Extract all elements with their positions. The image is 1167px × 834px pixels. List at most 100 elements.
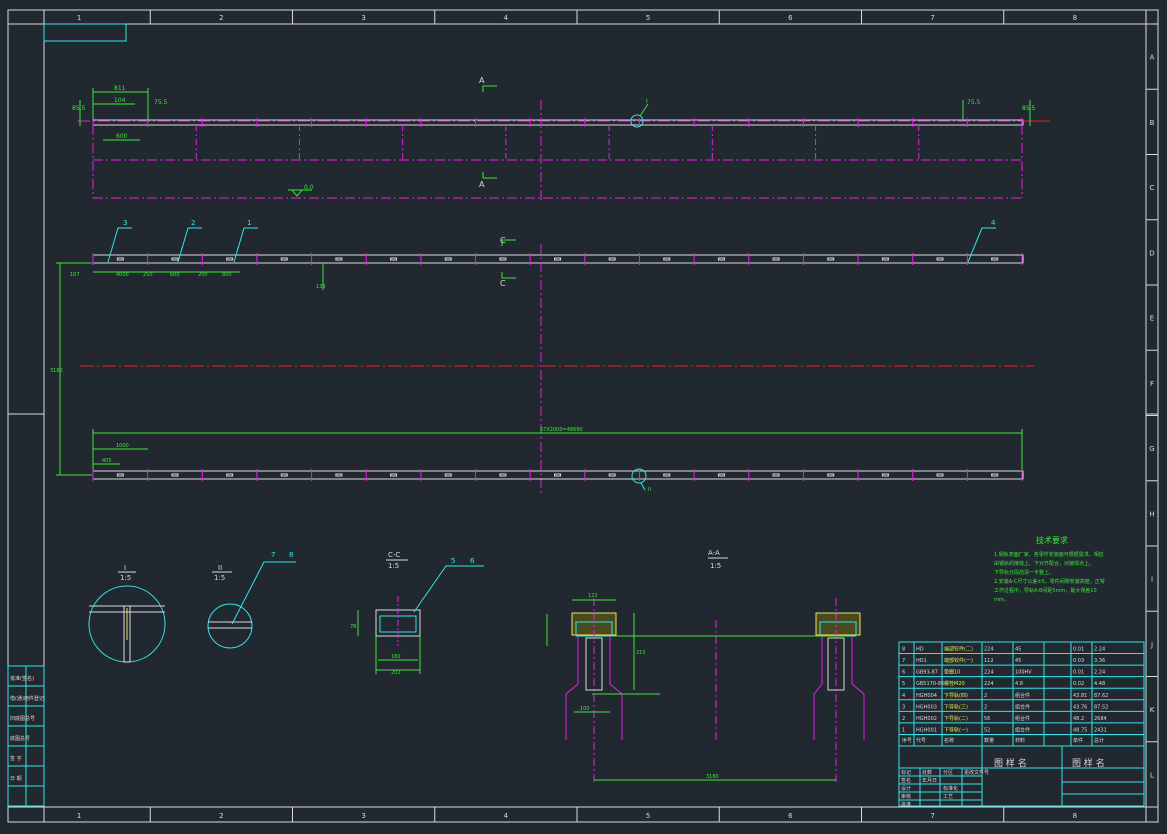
section-mark-c-bottom: C — [500, 279, 506, 288]
left-strip-item: 借(通)用件登记 — [10, 695, 44, 702]
dim-800: 800 — [222, 272, 232, 278]
segment-bolt — [226, 257, 234, 261]
technical-notes: 技术要求 1.钢轨表面厂家、各零件安装面可根据需求，相应 由钢轨的接缝上、下对齐… — [994, 535, 1105, 603]
bom-cell: 端部铰件(一) — [944, 657, 973, 664]
dim-4000: 4000 — [116, 272, 129, 278]
frame-col-label: 8 — [1073, 812, 1077, 820]
bom-cell: 3.36 — [1094, 658, 1105, 664]
bom-cell: 224 — [984, 647, 994, 653]
frame-row-label: K — [1150, 706, 1155, 714]
bom-cell: 组合件 — [1015, 692, 1030, 699]
bom-header-cell: 序号 — [902, 737, 912, 744]
segment-bolt — [554, 257, 561, 261]
notes-line-3: 下导轨分段前清一平整上。 — [994, 569, 1054, 576]
dim-600: 600 — [170, 272, 180, 278]
bom-cell: 224 — [984, 681, 994, 687]
detail-ref-i: I — [646, 98, 648, 105]
dim-250: 250 — [143, 272, 153, 278]
notes-line-1: 1.钢轨表面厂家、各零件安装面可根据需求，相应 — [994, 551, 1104, 558]
left-strip-item: 日 期 — [10, 776, 22, 782]
bom-cell: 43.81 — [1073, 693, 1087, 699]
bom-cell: 组合件 — [1015, 703, 1030, 710]
title-block-drawing-title: 图 样 名 — [1072, 757, 1105, 769]
segment-bolt — [881, 473, 889, 477]
frame-row-label: L — [1150, 771, 1154, 779]
frame-col-label: 4 — [504, 14, 509, 22]
segment-bolt — [881, 257, 889, 261]
frame-col-label: 1 — [77, 812, 81, 820]
bom-cell: 3 — [902, 704, 905, 710]
title-block-company: 图 样 名 — [994, 757, 1027, 769]
segment-bolt — [444, 257, 452, 261]
frame-col-label: 3 — [361, 812, 365, 820]
dim-b: 600 — [116, 133, 128, 140]
frame-col-label: 8 — [1073, 14, 1077, 22]
dim-right-end: 85.5 — [1022, 105, 1036, 112]
notes-line-2: 由钢轨的接缝上、下对齐配合，对接焊点上。 — [994, 560, 1094, 567]
bom-cell: 6 — [902, 670, 905, 676]
section-cc-scale: 1:5 — [388, 562, 399, 570]
dim-107: 107 — [70, 272, 80, 278]
bom-cell: 112 — [984, 658, 994, 664]
bom-cell: 0.02 — [1073, 681, 1084, 687]
cad-drawing-canvas: 1122334455667788 ABCDEFGHIJKL A A 811 10… — [7, 9, 1159, 823]
title-block-field: 标准化 — [943, 785, 958, 792]
frame-col-label: 5 — [646, 14, 650, 22]
bom-cell: 224 — [984, 670, 994, 676]
frame-row-label: H — [1149, 510, 1154, 518]
frame-row-label: J — [1150, 641, 1153, 649]
section-cc — [357, 559, 484, 674]
segment-bolt — [499, 473, 507, 477]
segment-bolt — [390, 473, 398, 477]
segment-bolt — [663, 257, 671, 261]
bom-cell: HD — [916, 647, 924, 653]
bom-header-cell: 数量 — [984, 737, 994, 744]
segment-bolt — [116, 473, 124, 477]
level-mark: 0.0 — [304, 184, 314, 191]
frame-col-label: 6 — [788, 812, 793, 820]
segment-bolt — [608, 257, 616, 261]
frame-col-label: 7 — [930, 14, 934, 22]
segment-bolt — [936, 257, 944, 261]
detail-i — [88, 571, 166, 663]
frame-col-label: 1 — [77, 14, 81, 22]
section-cc-label: C-C — [388, 551, 400, 559]
frame-row-label: A — [1150, 54, 1155, 62]
detail-ii-label: II — [218, 564, 222, 572]
bom-cell: 2431 — [1094, 727, 1107, 733]
frame-row-label: C — [1150, 184, 1155, 192]
section-aa — [546, 557, 865, 784]
callout-5: 5 — [451, 557, 455, 565]
title-block-fields: 标记 处数 分区 更改文件号签名 年月日设计 标准化审核 工艺批准 — [901, 769, 989, 808]
bom-cell: 4 — [902, 693, 905, 699]
segment-bolt — [554, 473, 561, 477]
segment-bolt — [827, 473, 835, 477]
frame-col-label: 7 — [930, 812, 934, 820]
detail-ii-scale: 1:5 — [214, 574, 225, 582]
bom-cell: 52 — [984, 727, 990, 733]
bom-cell: 2.24 — [1094, 647, 1105, 653]
bom-header-cell: 总计 — [1094, 737, 1104, 744]
segment-bolt — [991, 473, 999, 477]
detail-i-scale: 1:5 — [120, 574, 131, 582]
dim-405: 405 — [102, 458, 112, 464]
frame-col-label: 2 — [219, 812, 223, 820]
left-strip-item: 底图总号 — [10, 735, 30, 742]
bom-cell: 组合件 — [1015, 726, 1030, 733]
bom-cell: HGH001 — [916, 727, 937, 733]
frame-row-label: D — [1149, 249, 1154, 257]
segment-bolt — [827, 257, 835, 261]
segment-bolt — [772, 473, 780, 477]
segment-bolt — [991, 257, 999, 261]
bom-cell: 43.76 — [1073, 704, 1087, 710]
bom-cell: 48.75 — [1073, 727, 1087, 733]
frame-row-label: G — [1149, 445, 1154, 453]
segment-bolt — [335, 257, 343, 261]
left-strip-item: 旧底图总号 — [10, 715, 35, 722]
bom-cell: 下导轨(二) — [944, 715, 968, 722]
title-block-field: 批准 — [901, 801, 911, 808]
dim-gap-right: 75.5 — [967, 99, 981, 106]
segment-bolt — [717, 473, 725, 477]
dim-overall-height: 3180 — [50, 368, 63, 374]
title-block-field: 年月日 — [922, 777, 937, 784]
